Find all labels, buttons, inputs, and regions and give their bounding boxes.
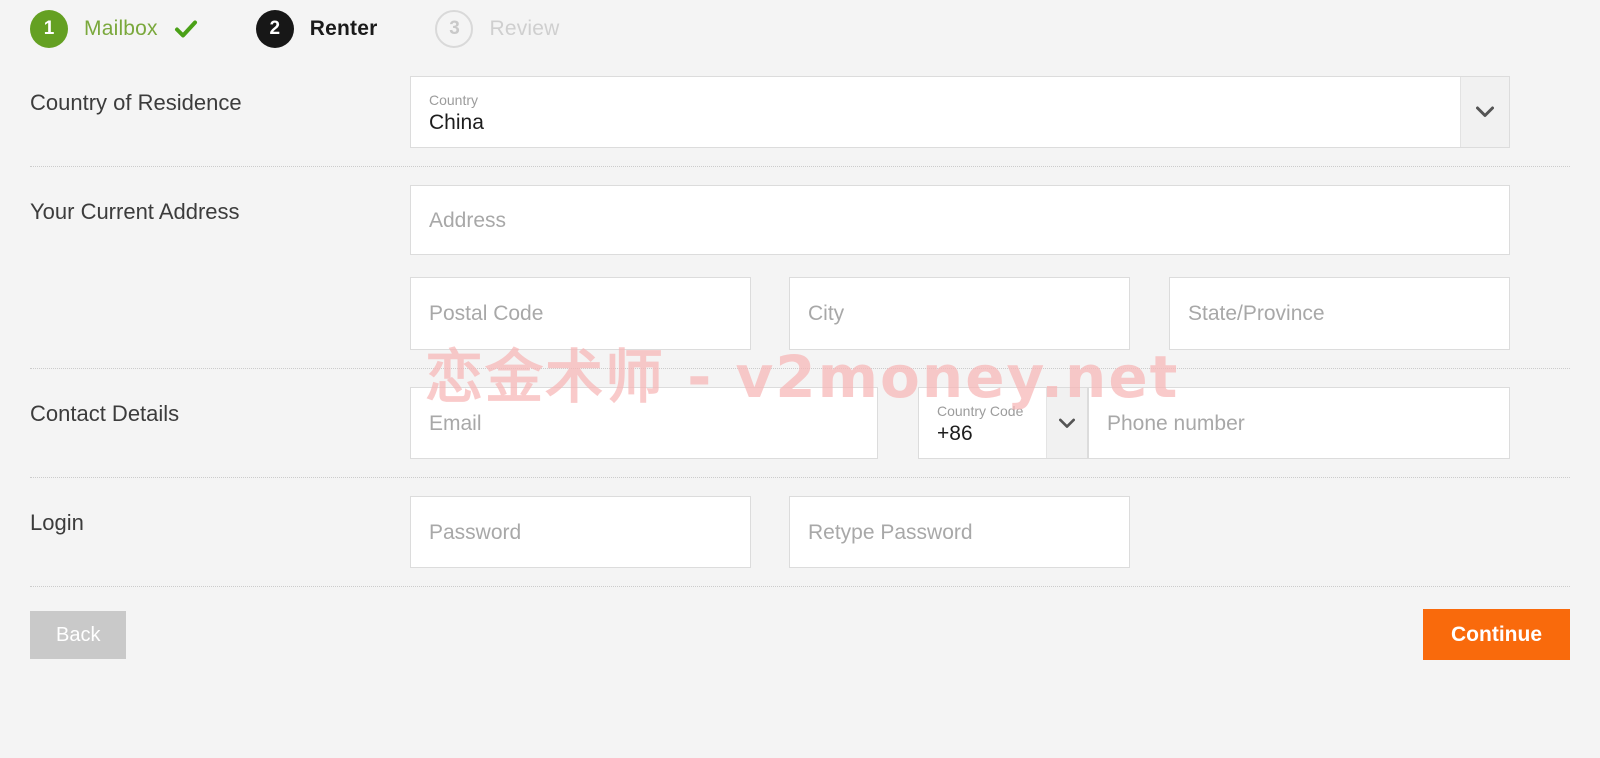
email-input[interactable]: Email [410, 387, 878, 459]
label-current-address: Your Current Address [30, 199, 240, 224]
row-current-address: Your Current Address Address Postal Code… [30, 166, 1570, 368]
postal-code-input-placeholder: Postal Code [429, 302, 544, 325]
label-contact-details: Contact Details [30, 401, 180, 426]
row-country-of-residence: Country of Residence Country China [30, 58, 1570, 166]
country-code-value: +86 [937, 422, 973, 445]
country-code-select[interactable]: Country Code +86 [918, 387, 1088, 459]
country-select-mini-label: Country [429, 92, 479, 108]
step-renter[interactable]: 2 Renter [255, 10, 378, 48]
state-province-input-placeholder: State/Province [1188, 302, 1325, 325]
retype-password-input[interactable]: Retype Password [789, 496, 1130, 568]
fields-country-of-residence: Country China [410, 58, 1570, 166]
login-inputs: Password Retype Password [410, 496, 1510, 568]
password-input-placeholder: Password [429, 520, 522, 544]
country-select-value: China [429, 111, 484, 134]
chevron-down-icon[interactable] [1046, 388, 1087, 458]
continue-button[interactable]: Continue [1423, 609, 1570, 660]
address-detail-inputs: Postal Code City State/Province [410, 277, 1510, 350]
retype-password-input-placeholder: Retype Password [808, 520, 973, 544]
step-label-renter: Renter [309, 17, 378, 40]
step-label-mailbox: Mailbox [84, 17, 158, 40]
renter-form: Country of Residence Country China Your … [0, 58, 1600, 586]
city-input-placeholder: City [808, 302, 845, 325]
password-input[interactable]: Password [410, 496, 751, 568]
step-number-badge-2: 2 [255, 10, 294, 48]
step-mailbox[interactable]: 1 Mailbox [30, 10, 198, 48]
progress-stepper: 1 Mailbox 2 Renter 3 Review [0, 0, 1600, 58]
step-review[interactable]: 3 Review [435, 10, 559, 48]
contact-inputs: Email Country Code +86 Phone number [410, 387, 1510, 459]
check-icon [174, 17, 198, 41]
label-login: Login [30, 510, 84, 535]
country-code-select-main[interactable]: Country Code +86 [919, 388, 1046, 458]
email-input-placeholder: Email [429, 411, 482, 435]
country-select[interactable]: Country China [410, 76, 1510, 148]
state-province-input[interactable]: State/Province [1169, 277, 1510, 350]
back-button[interactable]: Back [30, 610, 127, 659]
fields-current-address: Address Postal Code City State/Province [410, 167, 1570, 368]
step-label-review: Review [489, 17, 560, 40]
address-input[interactable]: Address [410, 185, 1510, 255]
step-number-badge-1: 1 [30, 10, 68, 48]
phone-number-input[interactable]: Phone number [1088, 387, 1510, 459]
postal-code-input[interactable]: Postal Code [410, 277, 751, 350]
country-code-mini-label: Country Code [937, 403, 1024, 419]
label-country-of-residence: Country of Residence [30, 90, 242, 115]
row-login: Login Password Retype Password [30, 477, 1570, 586]
chevron-down-icon[interactable] [1460, 77, 1509, 147]
address-input-placeholder: Address [429, 208, 507, 232]
form-footer: Back Continue [30, 586, 1570, 660]
city-input[interactable]: City [789, 277, 1130, 350]
fields-login: Password Retype Password [410, 478, 1570, 586]
phone-number-input-placeholder: Phone number [1107, 411, 1245, 435]
step-number-badge-3: 3 [435, 10, 474, 48]
fields-contact-details: Email Country Code +86 Phone number [410, 369, 1570, 477]
row-contact-details: Contact Details Email Country Code +86 P… [30, 368, 1570, 477]
country-select-main[interactable]: Country China [411, 77, 1460, 147]
